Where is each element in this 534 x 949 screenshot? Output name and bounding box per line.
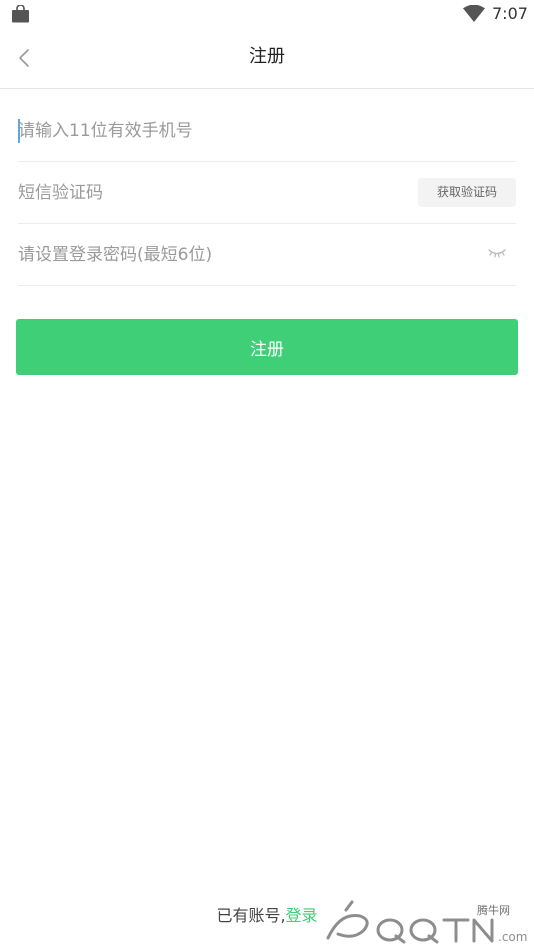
login-link[interactable]: 登录 bbox=[286, 906, 318, 925]
eye-closed-icon[interactable] bbox=[487, 246, 507, 260]
wifi-icon bbox=[463, 5, 485, 22]
status-bar: 7:07 bbox=[0, 0, 534, 28]
password-input[interactable] bbox=[18, 224, 468, 286]
watermark-cn: 腾牛网 bbox=[477, 903, 510, 917]
status-time: 7:07 bbox=[492, 4, 528, 23]
sms-code-row: 获取验证码 bbox=[18, 162, 516, 224]
register-screen: 7:07 注册 获取验证码 注册 已有账号,登录 bbox=[0, 0, 534, 949]
shopping-bag-icon bbox=[12, 5, 29, 23]
get-code-button[interactable]: 获取验证码 bbox=[418, 178, 516, 207]
password-row bbox=[18, 224, 516, 286]
footer-prompt: 已有账号, bbox=[216, 906, 286, 925]
sms-code-input[interactable] bbox=[18, 162, 398, 224]
register-button[interactable]: 注册 bbox=[16, 319, 518, 375]
text-caret bbox=[18, 119, 20, 143]
page-header: 注册 bbox=[0, 28, 534, 89]
watermark-domain: .com bbox=[498, 930, 527, 944]
page-title: 注册 bbox=[249, 46, 285, 67]
phone-input[interactable] bbox=[18, 100, 516, 162]
watermark-logo: .com 腾牛网 bbox=[326, 900, 527, 944]
phone-row bbox=[18, 100, 516, 162]
